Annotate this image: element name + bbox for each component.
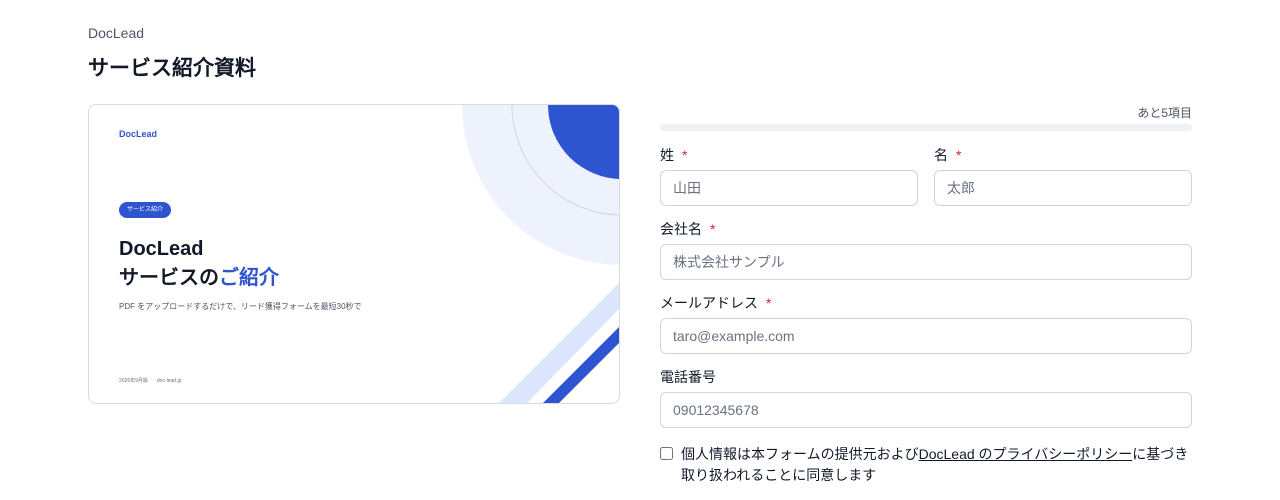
last-name-input[interactable] bbox=[660, 170, 918, 206]
first-name-label-text: 名 bbox=[934, 147, 948, 163]
consent-text: 個人情報は本フォームの提供元およびDocLead のプライバシーポリシーに基づき… bbox=[681, 444, 1200, 486]
brand-name: DocLead bbox=[88, 25, 145, 41]
document-preview: DocLead サービス紹介 DocLead サービスのご紹介 PDF をアップ… bbox=[88, 104, 620, 404]
company-input[interactable] bbox=[660, 244, 1192, 280]
consent-prefix: 個人情報は本フォームの提供元および bbox=[681, 446, 919, 462]
phone-input[interactable] bbox=[660, 392, 1192, 428]
required-mark: * bbox=[710, 221, 716, 237]
preview-heading-line1: DocLead bbox=[119, 238, 204, 260]
phone-label: 電話番号 bbox=[660, 367, 716, 387]
company-label: 会社名 * bbox=[660, 219, 715, 239]
email-label-text: メールアドレス bbox=[660, 295, 758, 311]
preview-description: PDF をアップロードするだけで、リード獲得フォームを最短30秒で bbox=[119, 302, 362, 311]
preview-heading-line2: サービスのご紹介 bbox=[119, 264, 279, 293]
consent-row: 個人情報は本フォームの提供元およびDocLead のプライバシーポリシーに基づき… bbox=[660, 444, 1200, 486]
required-mark: * bbox=[682, 147, 688, 163]
consent-checkbox[interactable] bbox=[660, 447, 673, 460]
progress-bar bbox=[660, 124, 1192, 131]
privacy-policy-link[interactable]: DocLead のプライバシーポリシー bbox=[919, 446, 1133, 462]
preview-badge: サービス紹介 bbox=[119, 202, 172, 218]
preview-footer-site: doc-lead.jp bbox=[156, 378, 182, 384]
preview-heading: DocLead サービスのご紹介 bbox=[119, 235, 279, 293]
email-label: メールアドレス * bbox=[660, 293, 771, 313]
remaining-count: あと5項目 bbox=[1137, 106, 1192, 120]
first-name-input[interactable] bbox=[934, 170, 1192, 206]
preview-heading-accent: ご紹介 bbox=[219, 267, 279, 289]
company-label-text: 会社名 bbox=[660, 221, 702, 237]
page-title: サービス紹介資料 bbox=[88, 57, 256, 80]
last-name-label-text: 姓 bbox=[660, 147, 674, 163]
deco-stripe-light bbox=[499, 283, 619, 403]
required-mark: * bbox=[766, 295, 772, 311]
email-input[interactable] bbox=[660, 318, 1192, 354]
preview-footer-date: 2026年9月版 bbox=[119, 378, 148, 384]
last-name-label: 姓 * bbox=[660, 145, 687, 165]
preview-heading-plain: サービスの bbox=[119, 267, 219, 289]
phone-label-text: 電話番号 bbox=[660, 369, 716, 385]
preview-footer: 2026年9月版 doc-lead.jp bbox=[119, 377, 181, 384]
first-name-label: 名 * bbox=[934, 145, 961, 165]
required-mark: * bbox=[956, 147, 962, 163]
preview-logo: DocLead bbox=[119, 129, 158, 139]
